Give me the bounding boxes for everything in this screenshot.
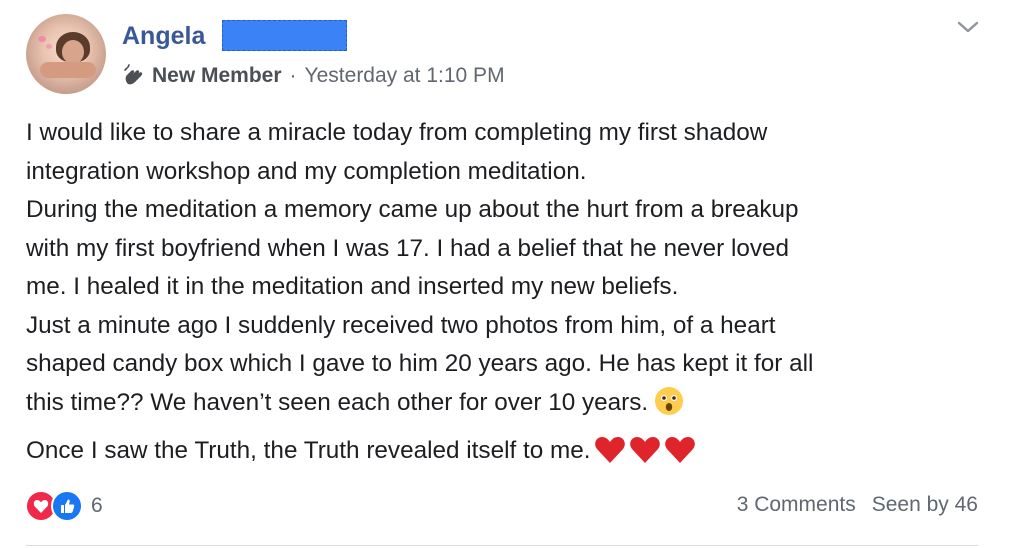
post-text: Once I saw the Truth, the Truth revealed…	[26, 437, 591, 464]
post-text: I would like to share a miracle today fr…	[26, 119, 814, 416]
author-avatar[interactable]	[26, 14, 106, 94]
red-heart-emoji	[594, 437, 625, 463]
astonished-face-emoji	[655, 386, 684, 415]
red-heart-emoji	[629, 437, 660, 463]
avatar-petal	[46, 44, 52, 49]
avatar-arm	[40, 62, 96, 78]
member-badge[interactable]: New Member	[152, 64, 282, 88]
seen-by-link[interactable]: Seen by 46	[872, 493, 978, 517]
avatar-petal	[38, 36, 46, 42]
meta-separator: ·	[289, 64, 297, 87]
avatar-face	[62, 40, 84, 64]
chevron-down-icon[interactable]	[957, 20, 979, 34]
post-paragraph: Once I saw the Truth, the Truth revealed…	[26, 432, 986, 471]
post-timestamp[interactable]: Yesterday at 1:10 PM	[305, 64, 505, 88]
post-body: I would like to share a miracle today fr…	[26, 114, 986, 471]
reaction-count: 6	[91, 494, 103, 517]
post-paragraph: I would like to share a miracle today fr…	[26, 114, 986, 422]
footer-divider	[26, 545, 978, 546]
wave-hand-icon	[124, 64, 143, 85]
like-reaction-icon	[51, 490, 83, 522]
reaction-summary[interactable]: 6	[25, 490, 103, 522]
red-heart-emoji	[664, 437, 695, 463]
post-stats: 3 Comments Seen by 46	[737, 490, 978, 520]
comments-link[interactable]: 3 Comments	[737, 493, 856, 517]
group-post: Angela New Member · Yesterday at 1:10 PM…	[0, 0, 1022, 548]
post-meta: New Member · Yesterday at 1:10 PM	[122, 62, 505, 90]
redacted-surname	[222, 20, 347, 51]
author-name[interactable]: Angela	[122, 22, 205, 51]
